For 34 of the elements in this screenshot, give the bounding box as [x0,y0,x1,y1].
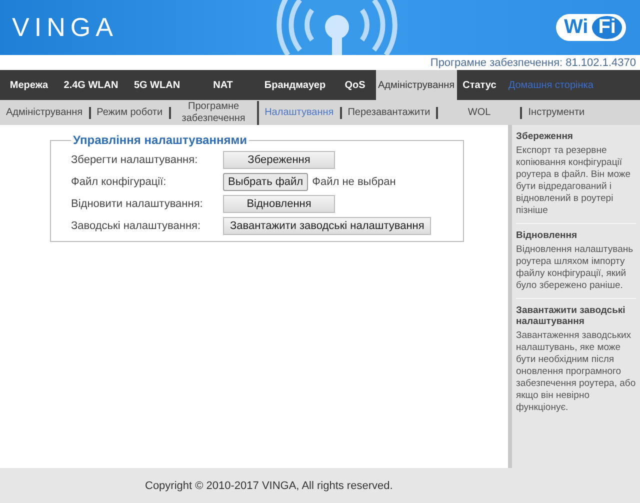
subnav-tab[interactable]: Перезавантажити [342,106,438,118]
nav-tab[interactable]: 5G WLAN [124,70,190,100]
subnav-tab[interactable]: Програмне забезпечення [170,100,259,124]
help-text: Відновлення налаштувань роутера шляхом імпорту файлу конфігурації, який було збережено раніше. [516,244,634,292]
nav-tab[interactable]: Адміністрування [376,70,457,100]
copyright-text: Copyright © 2010-2017 VINGA, All rights reserved. [145,480,393,492]
field-label: Заводські налаштування: [71,220,202,232]
field-label: Зберегти налаштування: [71,154,199,166]
help-title: Завантажити заводські налаштування [516,305,626,327]
group-title: Управління налаштуваннями [72,133,248,147]
choose-file-button[interactable]: Выбрать файл [223,173,308,191]
nav-tab[interactable]: QoS [334,70,376,100]
help-text: Завантаження заводських налаштувань, яке може бути необхідним після оновлення програмного забезпечення роутера, або якщо він невірно функціонує. [516,330,636,414]
vinga-logo: VINGA [12,12,118,43]
subnav-tab[interactable]: Інструменти [522,106,591,118]
help-title: Відновлення [516,230,578,241]
nav-tab[interactable]: NAT [190,70,256,100]
subnav-tab[interactable]: Адміністрування [0,106,91,118]
action-button[interactable]: Відновлення [223,195,335,213]
field-label: Відновити налаштування: [71,198,204,210]
nav-tab[interactable]: Брандмауер [256,70,334,100]
nav-tab[interactable]: Статус [456,70,502,100]
action-button[interactable]: Збереження [223,151,335,169]
help-text: Експорт та резервне копіювання конфігурації роутера в файл. Він може бути відредагований і відновлений в роутері пізніше [516,145,632,217]
help-title: Збереження [516,131,574,142]
nav-tab[interactable]: Мережа [0,70,58,100]
action-button[interactable]: Завантажити заводські налаштування [223,217,432,235]
subnav-tab[interactable]: Режим роботи [90,106,171,118]
subnav-tab[interactable]: WOL [438,106,522,118]
firmware-version: Програмне забезпечення: 81.102.1.4370 [430,56,636,68]
wifi-badge: Wi Fi [556,14,626,41]
field-label: Файл конфігурації: [71,176,168,188]
file-status: Файл не выбран [312,176,396,188]
nav-tab[interactable]: 2.4G WLAN [58,70,124,100]
